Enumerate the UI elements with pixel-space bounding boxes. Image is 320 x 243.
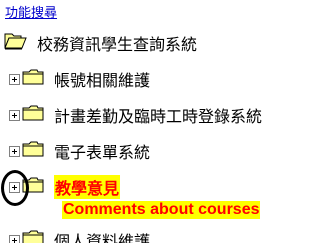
folder-icon [22,69,44,89]
folder-icon [22,230,44,243]
expand-plus-icon[interactable] [9,73,20,85]
tree-item-attendance-system[interactable]: 計畫差勤及臨時工時登錄系統 [9,103,262,127]
tree-item-label: 個人資料維護 [54,232,151,243]
expand-plus-icon[interactable] [9,109,20,121]
tree-item-e-form-system[interactable]: 電子表單系統 [9,139,150,163]
tree-item-account-maintenance[interactable]: 帳號相關維護 [9,67,150,91]
expand-plus-icon[interactable] [9,145,20,157]
tree-root-folder[interactable]: 校務資訊學生查詢系統 [4,31,197,55]
tree-item-label-highlighted: 教學意見 [54,175,121,199]
folder-icon [22,141,44,161]
tree-item-label: 計畫差勤及臨時工時登錄系統 [54,107,263,126]
expand-plus-icon[interactable] [9,234,20,243]
tree-root-label: 校務資訊學生查詢系統 [37,35,198,54]
tree-item-personal-data[interactable]: 個人資料維護 [9,228,150,243]
annotation-label: Comments about courses [62,201,261,219]
tree-item-label: 帳號相關維護 [54,71,151,90]
highlight-circle-mark [1,170,29,206]
folder-open-icon [4,32,28,54]
function-search-link[interactable]: 功能搜尋 [5,2,57,21]
folder-icon [22,105,44,125]
tree-item-label: 電子表單系統 [54,143,151,162]
